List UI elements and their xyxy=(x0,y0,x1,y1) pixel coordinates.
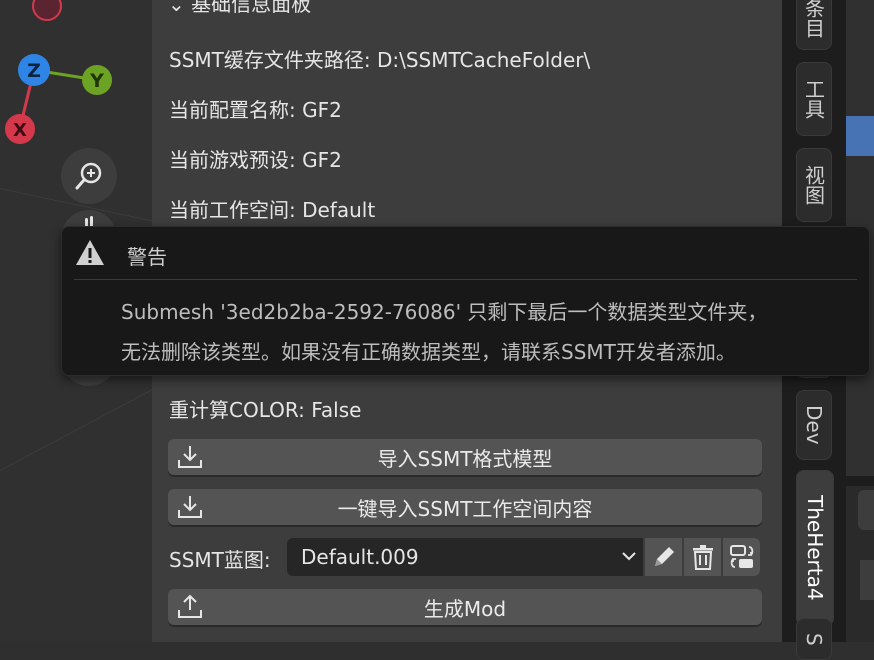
generate-mod-button[interactable]: 生成Mod xyxy=(168,589,762,625)
import-model-button[interactable]: 导入SSMT格式模型 xyxy=(168,439,762,475)
grid-line xyxy=(0,376,152,471)
panel-header[interactable]: ⌄ 基础信息面板 xyxy=(168,0,311,16)
warning-icon xyxy=(76,240,104,265)
generate-mod-label: 生成Mod xyxy=(423,596,507,621)
svg-text:Y: Y xyxy=(89,70,104,92)
navigation-gizmo[interactable]: Z Y X xyxy=(0,0,152,160)
warning-tooltip: 警告 Submesh '3ed2b2ba-2592-76086' 只剩下最后一个… xyxy=(61,226,870,376)
zoom-button[interactable] xyxy=(61,148,117,204)
blueprint-value: Default.009 xyxy=(301,545,419,569)
svg-text:X: X xyxy=(13,120,27,141)
import-workspace-button[interactable]: 一键导入SSMT工作空间内容 xyxy=(168,489,762,525)
export-icon xyxy=(178,594,202,618)
workspace-label: 当前工作空间: Default xyxy=(169,198,376,222)
properties-tab[interactable] xyxy=(858,490,874,530)
gizmo-z-axis[interactable]: Z xyxy=(18,54,50,86)
gizmo-x-axis[interactable]: X xyxy=(5,114,35,144)
game-preset-label: 当前游戏预设: GF2 xyxy=(169,148,342,172)
config-name-label: 当前配置名称: GF2 xyxy=(169,98,342,122)
blueprint-label: SSMT蓝图: xyxy=(169,548,271,572)
panel-drag-handle[interactable]: ⋯ xyxy=(737,0,758,10)
edit-blueprint-button[interactable] xyxy=(645,538,682,576)
delete-blueprint-button[interactable] xyxy=(684,538,721,576)
gizmo-y-axis[interactable]: Y xyxy=(82,65,112,95)
tab-dev[interactable]: Dev xyxy=(796,390,832,460)
swap-icon xyxy=(729,545,753,568)
recalc-color-label: 重计算COLOR: False xyxy=(169,398,362,422)
tooltip-message-line1: Submesh '3ed2b2ba-2592-76086' 只剩下最后一个数据类… xyxy=(121,300,768,324)
chevron-down-icon: ⌄ xyxy=(168,0,192,16)
cache-path-label: SSMT缓存文件夹路径: D:\SSMTCacheFolder\ xyxy=(169,48,591,72)
tooltip-message-line2: 无法删除该类型。如果没有正确数据类型，请联系SSMT开发者添加。 xyxy=(121,340,736,364)
blueprint-select[interactable]: Default.009 xyxy=(287,538,643,576)
import-workspace-label: 一键导入SSMT工作空间内容 xyxy=(337,496,593,521)
trash-icon xyxy=(692,545,713,570)
blueprint-row: SSMT蓝图: Default.009 xyxy=(168,538,764,576)
tab-item[interactable]: 条目 xyxy=(796,0,832,50)
tab-view[interactable]: 视图 xyxy=(796,148,832,222)
import-icon xyxy=(178,496,202,518)
tab-tool[interactable]: 工具 xyxy=(796,62,832,136)
swap-blueprint-button[interactable] xyxy=(723,538,760,576)
tab-s[interactable]: S xyxy=(796,618,832,660)
chevron-down-icon xyxy=(622,552,636,561)
tooltip-divider xyxy=(74,279,857,280)
tooltip-title: 警告 xyxy=(127,245,167,269)
selected-row[interactable] xyxy=(846,116,874,156)
properties-widget[interactable] xyxy=(860,560,874,600)
tab-theherta4[interactable]: TheHerta4 xyxy=(796,470,834,626)
svg-text:Z: Z xyxy=(27,60,41,82)
panel-title: 基础信息面板 xyxy=(191,0,312,16)
pencil-icon xyxy=(654,547,674,566)
zoom-in-icon xyxy=(75,162,102,190)
import-icon xyxy=(178,446,202,468)
import-model-label: 导入SSMT格式模型 xyxy=(377,446,553,471)
